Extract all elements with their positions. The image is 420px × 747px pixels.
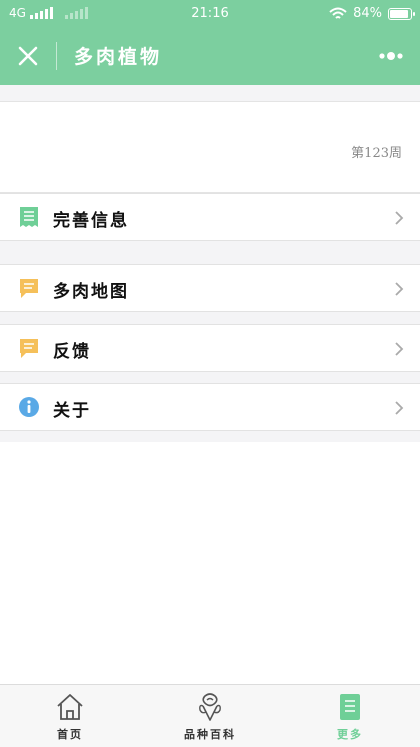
battery-percent: 84% bbox=[353, 6, 382, 21]
battery-fill bbox=[390, 9, 409, 18]
week-label: 第123周 bbox=[351, 146, 402, 161]
wifi-icon bbox=[329, 7, 347, 19]
bottom-tab-bar: 首页 品种百科 更多 bbox=[0, 684, 420, 747]
tab-label: 更多 bbox=[337, 728, 363, 741]
menu-item-label: 关于 bbox=[53, 401, 91, 421]
status-right: 84% bbox=[329, 6, 415, 21]
menu-item-label: 反馈 bbox=[53, 342, 91, 362]
menu-item-about[interactable]: 关于 bbox=[0, 383, 420, 431]
tab-encyclopedia[interactable]: 品种百科 bbox=[140, 685, 280, 747]
menu-item-label: 完善信息 bbox=[53, 211, 129, 231]
status-bar: 4G 21:16 84% bbox=[0, 0, 420, 28]
chevron-right-icon bbox=[395, 282, 404, 296]
menu-item-feedback[interactable]: 反馈 bbox=[0, 324, 420, 372]
message-icon bbox=[20, 279, 38, 298]
plant-icon bbox=[199, 693, 221, 721]
message-icon bbox=[20, 339, 38, 358]
more-options-icon[interactable] bbox=[378, 50, 404, 62]
menu-item-label: 多肉地图 bbox=[53, 282, 129, 302]
tab-home[interactable]: 首页 bbox=[0, 685, 140, 747]
menu-item-succulent-map[interactable]: 多肉地图 bbox=[0, 264, 420, 312]
chevron-right-icon bbox=[395, 342, 404, 356]
chevron-right-icon bbox=[395, 211, 404, 225]
header-card: 第123周 bbox=[0, 101, 420, 193]
tab-label: 首页 bbox=[57, 728, 83, 741]
battery-icon bbox=[388, 7, 415, 20]
nav-divider bbox=[56, 42, 57, 70]
info-icon bbox=[19, 397, 39, 417]
page-title: 多肉植物 bbox=[74, 46, 163, 68]
tab-more[interactable]: 更多 bbox=[280, 685, 420, 747]
menu-item-complete-info[interactable]: 完善信息 bbox=[0, 193, 420, 241]
document-icon bbox=[340, 694, 360, 720]
top-gap bbox=[0, 85, 420, 101]
document-icon bbox=[20, 207, 38, 227]
navigation-bar: 多肉植物 bbox=[0, 28, 420, 85]
home-icon bbox=[57, 694, 83, 720]
close-icon[interactable] bbox=[14, 42, 42, 70]
tab-label: 品种百科 bbox=[184, 728, 236, 741]
chevron-right-icon bbox=[395, 401, 404, 415]
